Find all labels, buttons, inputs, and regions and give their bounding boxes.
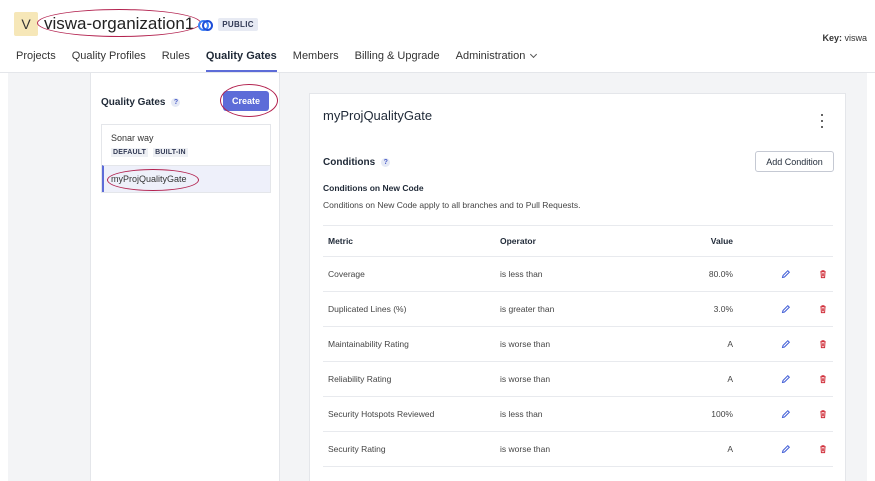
table-row: Duplicated Lines (%) is greater than 3.0… xyxy=(323,292,833,327)
chevron-down-icon xyxy=(530,50,538,59)
org-key-value: viswa xyxy=(844,33,867,43)
pencil-icon[interactable] xyxy=(779,407,793,421)
sidebar-title: Quality Gates ? xyxy=(101,97,181,108)
cell-value: A xyxy=(727,374,733,384)
cell-metric: Coverage xyxy=(328,269,365,279)
table-row: Reliability Rating is worse than A xyxy=(323,362,833,397)
cell-metric: Duplicated Lines (%) xyxy=(328,304,407,314)
add-condition-button[interactable]: Add Condition xyxy=(755,151,834,172)
trash-icon[interactable] xyxy=(816,337,830,351)
cell-metric: Maintainability Rating xyxy=(328,339,409,349)
cell-operator: is less than xyxy=(500,409,543,419)
table-row: Security Hotspots Reviewed is less than … xyxy=(323,397,833,432)
gate-name: myProjQualityGate xyxy=(107,169,198,191)
org-key-label: Key: xyxy=(822,33,842,43)
gate-title: myProjQualityGate xyxy=(323,108,433,123)
table-header: Metric Operator Value xyxy=(323,225,833,257)
nav-label: Members xyxy=(292,50,339,62)
org-nav: Projects Quality Profiles Rules Quality … xyxy=(0,48,544,72)
nav-quality-gates[interactable]: Quality Gates xyxy=(198,48,285,72)
trash-icon[interactable] xyxy=(816,442,830,456)
trash-icon[interactable] xyxy=(816,372,830,386)
cell-value: 80.0% xyxy=(708,269,733,279)
org-key: Key: viswa xyxy=(822,33,867,43)
pencil-icon[interactable] xyxy=(779,267,793,281)
pencil-icon[interactable] xyxy=(779,302,793,316)
cell-operator: is worse than xyxy=(500,339,551,349)
nav-label: Billing & Upgrade xyxy=(354,50,440,62)
table-row: Coverage is less than 80.0% xyxy=(323,257,833,292)
conditions-table: Metric Operator Value Coverage is less t… xyxy=(323,225,833,467)
gate-name: Sonar way xyxy=(111,133,154,143)
visibility-badge: PUBLIC xyxy=(218,17,258,31)
built-in-badge: BUILT-IN xyxy=(153,148,188,157)
nav-projects[interactable]: Projects xyxy=(0,48,64,72)
table-row: Security Rating is worse than A xyxy=(323,432,833,467)
cell-operator: is worse than xyxy=(500,444,551,454)
org-avatar[interactable]: V xyxy=(14,12,38,36)
cell-operator: is worse than xyxy=(500,374,551,384)
new-code-title: Conditions on New Code xyxy=(323,183,424,193)
bind-link-icon xyxy=(198,18,214,31)
nav-label: Quality Profiles xyxy=(71,50,146,62)
gate-item-myprojqualitygate[interactable]: myProjQualityGate xyxy=(102,165,270,192)
conditions-title: Conditions ? xyxy=(323,157,391,168)
table-row: Maintainability Rating is worse than A xyxy=(323,327,833,362)
help-icon[interactable]: ? xyxy=(381,158,391,167)
nav-label: Rules xyxy=(161,50,190,62)
quality-gates-sidebar: Quality Gates ? Create Sonar way DEFAULT… xyxy=(90,73,280,481)
trash-icon[interactable] xyxy=(816,267,830,281)
gate-item-sonar-way[interactable]: Sonar way DEFAULT BUILT-IN xyxy=(102,125,270,165)
header-metric: Metric xyxy=(328,236,354,246)
cell-value: 100% xyxy=(711,409,733,419)
trash-icon[interactable] xyxy=(816,407,830,421)
nav-billing[interactable]: Billing & Upgrade xyxy=(347,48,448,72)
gate-detail-card: myProjQualityGate Conditions ? Add Condi… xyxy=(309,93,846,481)
pencil-icon[interactable] xyxy=(779,337,793,351)
cell-value: A xyxy=(727,444,733,454)
help-icon[interactable]: ? xyxy=(171,98,181,107)
conditions-title-text: Conditions xyxy=(323,157,376,168)
sidebar-title-text: Quality Gates xyxy=(101,97,166,108)
gate-tags: DEFAULT BUILT-IN xyxy=(111,148,261,157)
org-header: V viswa-organization1 PUBLIC xyxy=(14,9,258,37)
trash-icon[interactable] xyxy=(816,302,830,316)
header-value: Value xyxy=(710,236,733,246)
gate-list: Sonar way DEFAULT BUILT-IN myProjQuality… xyxy=(101,124,271,193)
cell-metric: Security Hotspots Reviewed xyxy=(328,409,435,419)
nav-label: Projects xyxy=(16,50,56,62)
cell-metric: Security Rating xyxy=(328,444,386,454)
cell-value: 3.0% xyxy=(713,304,733,314)
org-name[interactable]: viswa-organization1 xyxy=(36,9,202,37)
cell-value: A xyxy=(727,339,733,349)
kebab-menu-icon[interactable] xyxy=(817,114,827,128)
pencil-icon[interactable] xyxy=(779,372,793,386)
default-badge: DEFAULT xyxy=(111,148,149,157)
nav-label: Quality Gates xyxy=(205,50,277,62)
nav-quality-profiles[interactable]: Quality Profiles xyxy=(64,48,154,72)
pencil-icon[interactable] xyxy=(779,442,793,456)
nav-label: Administration xyxy=(455,50,526,62)
nav-rules[interactable]: Rules xyxy=(154,48,198,72)
create-button[interactable]: Create xyxy=(223,91,269,111)
nav-members[interactable]: Members xyxy=(285,48,347,72)
cell-operator: is less than xyxy=(500,269,543,279)
cell-metric: Reliability Rating xyxy=(328,374,392,384)
cell-operator: is greater than xyxy=(500,304,555,314)
nav-administration[interactable]: Administration xyxy=(448,48,545,72)
header-operator: Operator xyxy=(500,236,536,246)
new-code-description: Conditions on New Code apply to all bran… xyxy=(323,200,581,210)
